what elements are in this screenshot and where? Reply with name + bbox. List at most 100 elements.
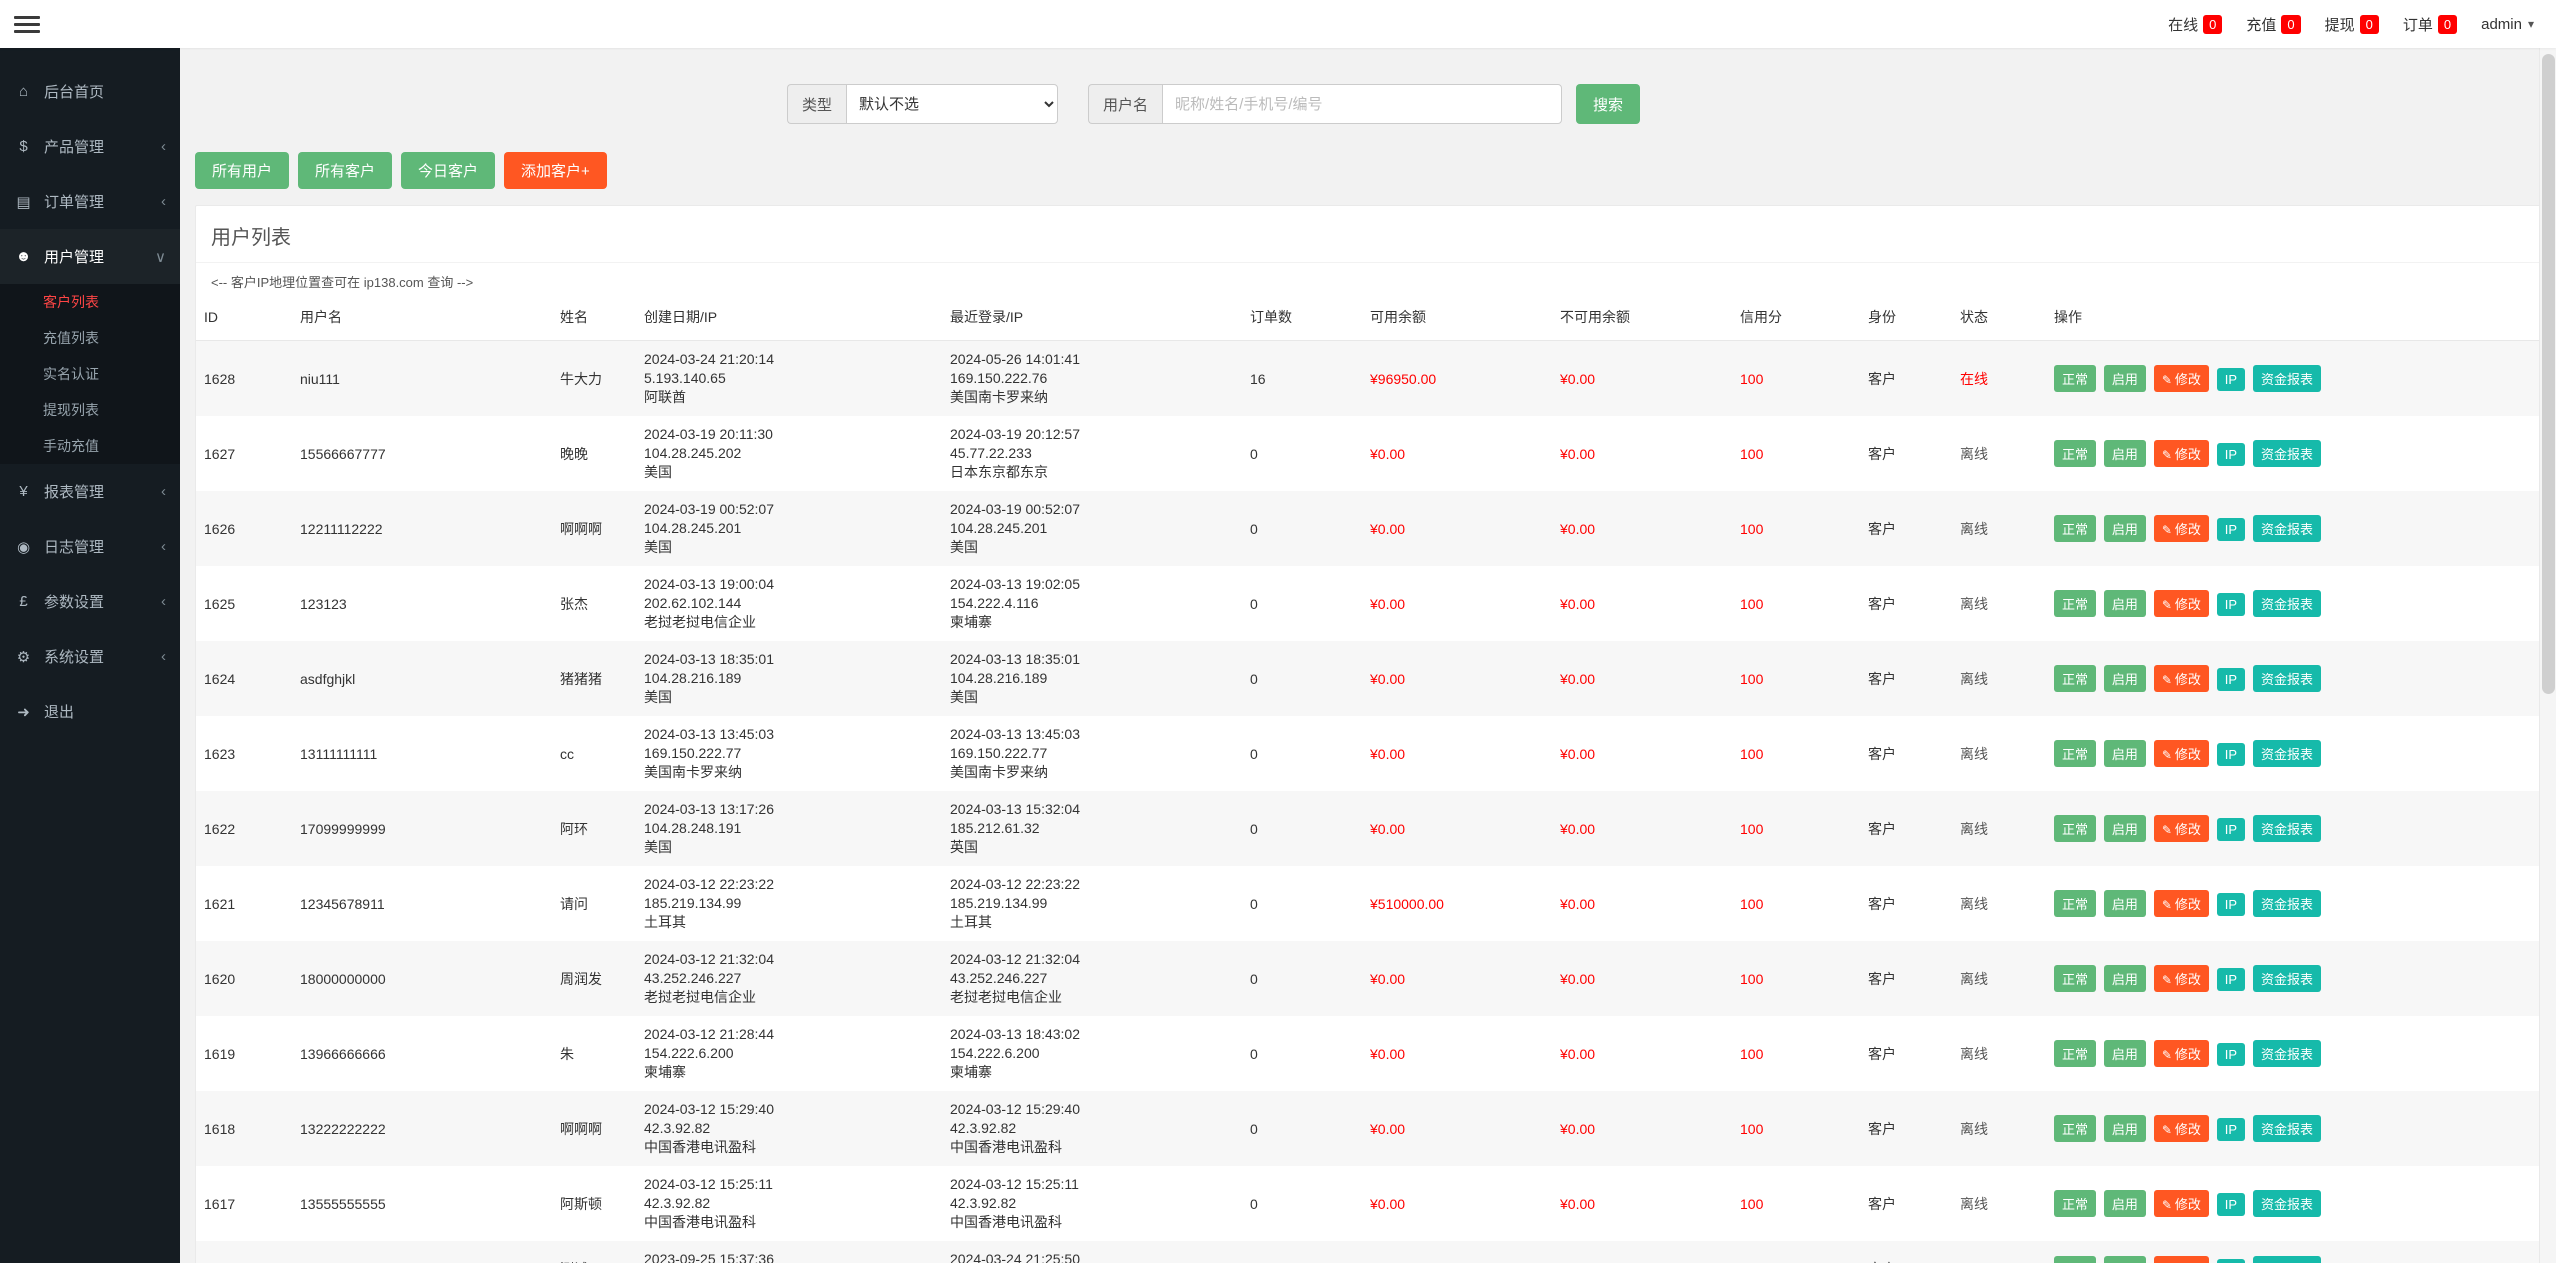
- edit-button[interactable]: ✎修改: [2154, 740, 2209, 767]
- normal-button[interactable]: 正常: [2054, 965, 2096, 992]
- sidebar-subitem-customer-list[interactable]: 客户列表: [0, 284, 180, 320]
- fund-report-button[interactable]: 资金报表: [2253, 1115, 2321, 1142]
- username-input[interactable]: [1162, 84, 1562, 124]
- sidebar-subitem-identity-verify[interactable]: 实名认证: [0, 356, 180, 392]
- admin-menu[interactable]: admin ▾: [2481, 16, 2534, 33]
- ip-button[interactable]: IP: [2217, 1043, 2245, 1066]
- enable-button[interactable]: 启用: [2104, 815, 2146, 842]
- topbar-stat-orders[interactable]: 订单 0: [2403, 14, 2457, 35]
- edit-button[interactable]: ✎修改: [2154, 440, 2209, 467]
- sidebar-item-label: 系统设置: [44, 646, 150, 667]
- normal-button[interactable]: 正常: [2054, 1040, 2096, 1067]
- ip-button[interactable]: IP: [2217, 893, 2245, 916]
- ip-button[interactable]: IP: [2217, 968, 2245, 991]
- edit-button[interactable]: ✎修改: [2154, 1190, 2209, 1217]
- ip-button[interactable]: IP: [2217, 368, 2245, 391]
- enable-button[interactable]: 启用: [2104, 665, 2146, 692]
- enable-button[interactable]: 启用: [2104, 365, 2146, 392]
- sidebar-item-orders[interactable]: ▤ 订单管理 ‹: [0, 174, 180, 229]
- edit-button[interactable]: ✎修改: [2154, 365, 2209, 392]
- menu-toggle-icon[interactable]: [14, 12, 40, 37]
- normal-button[interactable]: 正常: [2054, 740, 2096, 767]
- fund-report-button[interactable]: 资金报表: [2253, 740, 2321, 767]
- edit-button[interactable]: ✎修改: [2154, 1115, 2209, 1142]
- search-button[interactable]: 搜索: [1576, 84, 1640, 124]
- all-users-button[interactable]: 所有用户: [195, 152, 289, 189]
- edit-button[interactable]: ✎修改: [2154, 515, 2209, 542]
- fund-report-button[interactable]: 资金报表: [2253, 1040, 2321, 1067]
- ip-button[interactable]: IP: [2217, 518, 2245, 541]
- ip-button[interactable]: IP: [2217, 668, 2245, 691]
- ip-button[interactable]: IP: [2217, 818, 2245, 841]
- sidebar-subitem-withdraw-list[interactable]: 提现列表: [0, 392, 180, 428]
- sidebar-subitem-recharge-list[interactable]: 充值列表: [0, 320, 180, 356]
- sidebar-item-logs[interactable]: ◉ 日志管理 ‹: [0, 519, 180, 574]
- scrollbar-thumb[interactable]: [2542, 54, 2555, 694]
- normal-button[interactable]: 正常: [2054, 440, 2096, 467]
- ip-button[interactable]: IP: [2217, 1259, 2245, 1263]
- fund-report-button[interactable]: 资金报表: [2253, 515, 2321, 542]
- vertical-scrollbar[interactable]: [2539, 48, 2556, 1263]
- fund-report-button[interactable]: 资金报表: [2253, 965, 2321, 992]
- normal-button[interactable]: 正常: [2054, 1190, 2096, 1217]
- ip-button[interactable]: IP: [2217, 593, 2245, 616]
- enable-button[interactable]: 启用: [2104, 740, 2146, 767]
- enable-button[interactable]: 启用: [2104, 965, 2146, 992]
- normal-button[interactable]: 正常: [2054, 1256, 2096, 1263]
- normal-button[interactable]: 正常: [2054, 815, 2096, 842]
- fund-report-button[interactable]: 资金报表: [2253, 665, 2321, 692]
- ip-button[interactable]: IP: [2217, 443, 2245, 466]
- ip-button[interactable]: IP: [2217, 1118, 2245, 1141]
- cell-available-balance: ¥0.00: [1362, 641, 1552, 716]
- enable-button[interactable]: 启用: [2104, 1190, 2146, 1217]
- cell-unavailable-balance: ¥0.00: [1552, 416, 1732, 491]
- sidebar-item-reports[interactable]: ¥ 报表管理 ‹: [0, 464, 180, 519]
- edit-button[interactable]: ✎修改: [2154, 1040, 2209, 1067]
- enable-button[interactable]: 启用: [2104, 1040, 2146, 1067]
- edit-button[interactable]: ✎修改: [2154, 665, 2209, 692]
- enable-button[interactable]: 启用: [2104, 890, 2146, 917]
- edit-button[interactable]: ✎修改: [2154, 590, 2209, 617]
- created-ip: 154.222.6.200: [644, 1044, 934, 1063]
- cell-created: 2024-03-13 18:35:01 104.28.216.189 美国: [636, 641, 942, 716]
- enable-button[interactable]: 启用: [2104, 1256, 2146, 1263]
- normal-button[interactable]: 正常: [2054, 665, 2096, 692]
- topbar-stat-online[interactable]: 在线 0: [2168, 14, 2222, 35]
- fund-report-button[interactable]: 资金报表: [2253, 590, 2321, 617]
- topbar-stat-recharge[interactable]: 充值 0: [2246, 14, 2300, 35]
- topbar-stat-withdraw[interactable]: 提现 0: [2325, 14, 2379, 35]
- ip-button[interactable]: IP: [2217, 743, 2245, 766]
- cell-name: 请问: [552, 866, 636, 941]
- sidebar-item-products[interactable]: $ 产品管理 ‹: [0, 119, 180, 174]
- edit-button[interactable]: ✎修改: [2154, 1256, 2209, 1263]
- add-customer-button[interactable]: 添加客户+: [504, 152, 607, 189]
- normal-button[interactable]: 正常: [2054, 590, 2096, 617]
- enable-button[interactable]: 启用: [2104, 590, 2146, 617]
- sidebar-item-users[interactable]: ☻ 用户管理 ∨: [0, 229, 180, 284]
- normal-button[interactable]: 正常: [2054, 365, 2096, 392]
- ip-button[interactable]: IP: [2217, 1193, 2245, 1216]
- enable-button[interactable]: 启用: [2104, 1115, 2146, 1142]
- type-select[interactable]: 默认不选: [846, 84, 1058, 124]
- normal-button[interactable]: 正常: [2054, 515, 2096, 542]
- fund-report-button[interactable]: 资金报表: [2253, 890, 2321, 917]
- edit-button[interactable]: ✎修改: [2154, 890, 2209, 917]
- sidebar-item-dashboard[interactable]: ⌂ 后台首页: [0, 64, 180, 119]
- fund-report-button[interactable]: 资金报表: [2253, 815, 2321, 842]
- all-customers-button[interactable]: 所有客户: [298, 152, 392, 189]
- today-customers-button[interactable]: 今日客户: [401, 152, 495, 189]
- fund-report-button[interactable]: 资金报表: [2253, 1256, 2321, 1263]
- fund-report-button[interactable]: 资金报表: [2253, 1190, 2321, 1217]
- enable-button[interactable]: 启用: [2104, 440, 2146, 467]
- normal-button[interactable]: 正常: [2054, 1115, 2096, 1142]
- enable-button[interactable]: 启用: [2104, 515, 2146, 542]
- fund-report-button[interactable]: 资金报表: [2253, 440, 2321, 467]
- sidebar-item-system[interactable]: ⚙ 系统设置 ‹: [0, 629, 180, 684]
- edit-button[interactable]: ✎修改: [2154, 815, 2209, 842]
- normal-button[interactable]: 正常: [2054, 890, 2096, 917]
- sidebar-item-logout[interactable]: ➜ 退出: [0, 684, 180, 739]
- sidebar-item-parameters[interactable]: £ 参数设置 ‹: [0, 574, 180, 629]
- edit-button[interactable]: ✎修改: [2154, 965, 2209, 992]
- sidebar-subitem-manual-recharge[interactable]: 手动充值: [0, 428, 180, 464]
- fund-report-button[interactable]: 资金报表: [2253, 365, 2321, 392]
